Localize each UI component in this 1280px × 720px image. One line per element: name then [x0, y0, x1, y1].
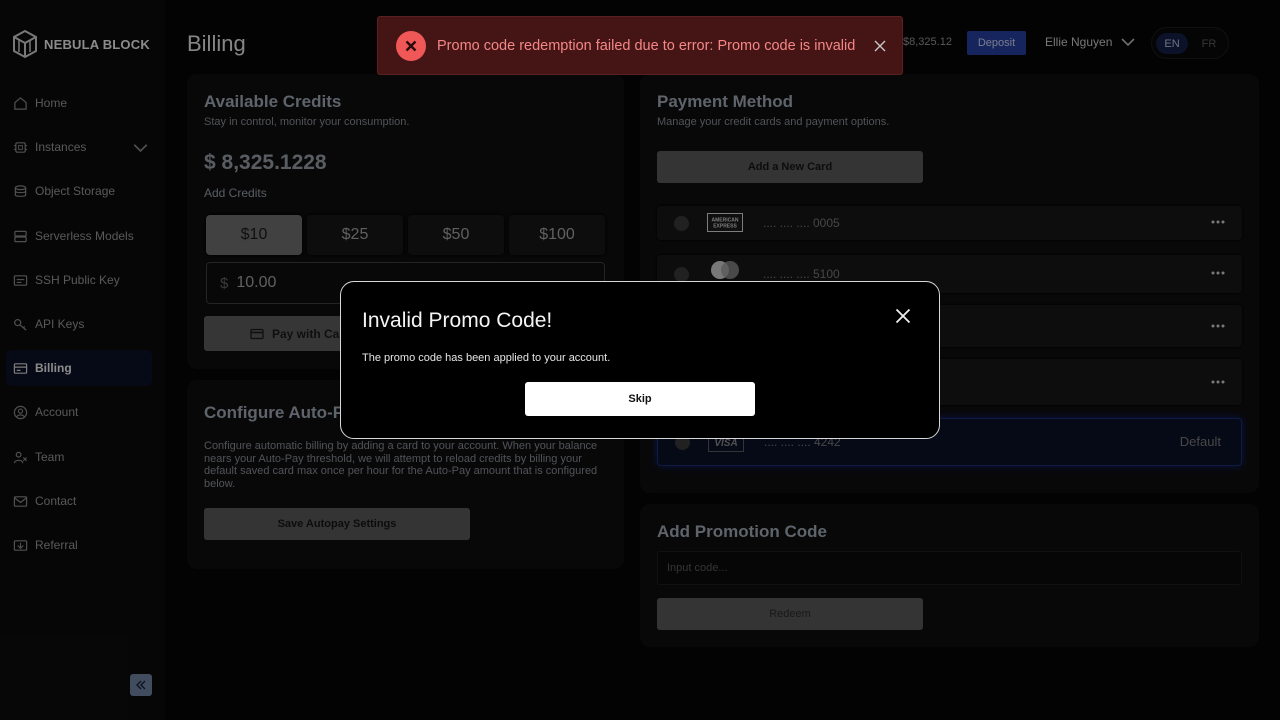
- invalid-promo-modal: Invalid Promo Code! The promo code has b…: [340, 281, 940, 439]
- modal-message: The promo code has been applied to your …: [362, 352, 611, 364]
- error-icon: [396, 31, 426, 61]
- close-icon[interactable]: [895, 308, 911, 324]
- toast-message: Promo code redemption failed due to erro…: [437, 38, 856, 54]
- error-toast: Promo code redemption failed due to erro…: [377, 16, 903, 75]
- modal-title: Invalid Promo Code!: [362, 309, 553, 332]
- close-icon[interactable]: [874, 40, 886, 52]
- skip-button[interactable]: Skip: [525, 382, 755, 416]
